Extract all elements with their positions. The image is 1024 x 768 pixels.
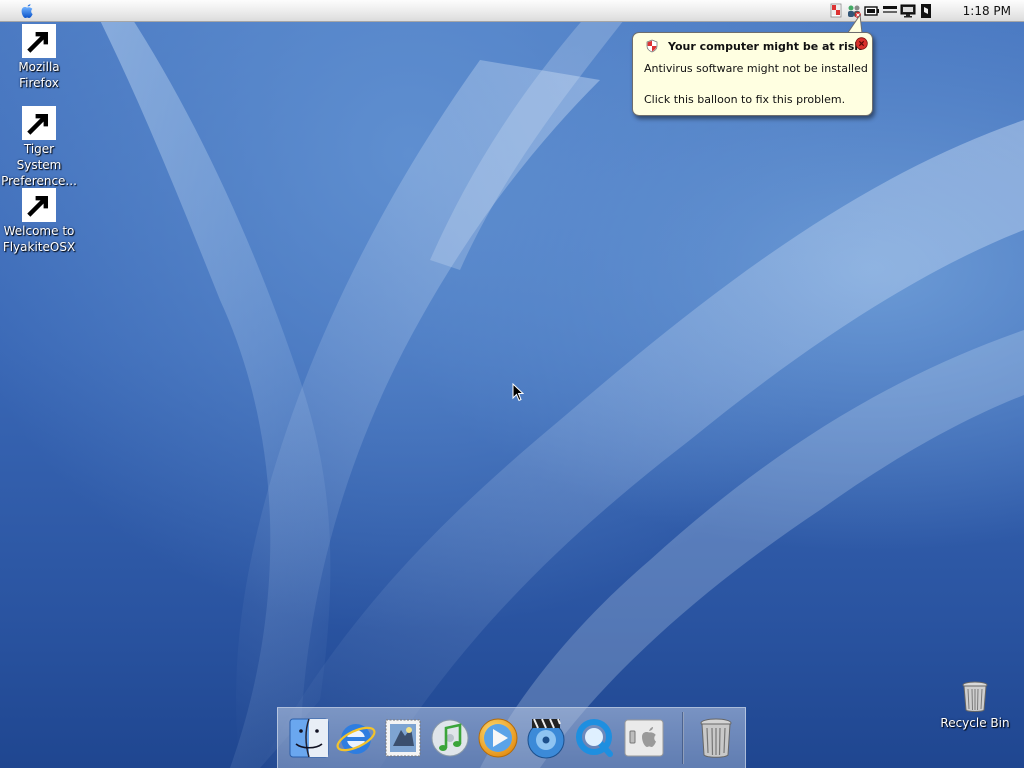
dock-item-mail[interactable]: [381, 716, 425, 760]
apple-switch-icon: [624, 719, 664, 757]
dock-item-system-switch[interactable]: [622, 716, 666, 760]
desktop-icon-label: Welcome to: [3, 224, 75, 238]
desktop-icon-label: Tiger System: [16, 142, 62, 172]
desktop-icon-firefox[interactable]: Mozilla Firefox: [0, 24, 78, 91]
dock-item-quicktime[interactable]: [573, 716, 617, 760]
volume-icon[interactable]: [918, 3, 934, 19]
desktop-icon-label: FlyakiteOSX: [2, 240, 76, 254]
dock-item-finder[interactable]: [287, 716, 331, 760]
security-balloon[interactable]: Your computer might be at risk Antivirus…: [632, 32, 873, 116]
balloon-message: Antivirus software might not be installe…: [644, 62, 868, 75]
dock-item-trash[interactable]: [694, 716, 738, 760]
desktop-icon-label: Preference...: [1, 174, 77, 188]
balloon-tail: [846, 14, 863, 34]
desktop-icon-label: Recycle Bin: [940, 716, 1010, 730]
dock-item-itunes[interactable]: [428, 716, 472, 760]
shortcut-arrow-icon: [22, 106, 56, 140]
monitor-icon[interactable]: [900, 3, 916, 19]
dock: [277, 707, 746, 768]
shield-icon: [646, 39, 658, 53]
dock-item-media-player[interactable]: [476, 716, 520, 760]
balloon-action-hint: Click this balloon to fix this problem.: [644, 93, 846, 106]
security-shield-icon[interactable]: [828, 3, 844, 19]
shortcut-arrow-icon: [22, 24, 56, 58]
desktop-icon-label: Mozilla: [18, 60, 60, 74]
apple-icon[interactable]: [18, 2, 36, 20]
close-icon[interactable]: [855, 37, 868, 50]
internet-explorer-icon: [336, 724, 376, 754]
dvd-player-icon: [527, 718, 565, 759]
itunes-icon: [431, 719, 469, 757]
mail-stamp-icon: [385, 719, 421, 757]
balloon-title: Your computer might be at risk: [668, 40, 862, 53]
battery-icon[interactable]: [864, 3, 880, 19]
desktop-icon-welcome[interactable]: @ Welcome to FlyakiteOSX: [0, 188, 78, 255]
desktop-icon-label: Firefox: [19, 76, 59, 90]
finder-icon: [289, 718, 329, 758]
mouse-cursor: [512, 383, 524, 402]
trash-icon: [700, 718, 732, 758]
desktop-icon-recycle-bin[interactable]: Recycle Bin: [936, 680, 1014, 731]
dock-item-dvd-player[interactable]: [524, 716, 568, 760]
quicktime-icon: [576, 719, 613, 757]
menu-bar: 1:18 PM: [0, 0, 1024, 22]
dock-item-internet-explorer[interactable]: [334, 716, 378, 760]
shortcut-arrow-icon: [22, 188, 56, 222]
system-tray: [828, 3, 934, 19]
clock[interactable]: 1:18 PM: [963, 4, 1011, 18]
desktop-icon-tiger-system-preferences[interactable]: Tiger System Preference...: [0, 106, 78, 189]
media-player-icon: [478, 718, 518, 758]
desktop[interactable]: 1:18 PM Mozilla Firefox Tiger System Pre…: [0, 0, 1024, 768]
dock-separator: [682, 712, 684, 764]
display-icon[interactable]: [882, 3, 898, 19]
trash-icon: [962, 681, 988, 712]
